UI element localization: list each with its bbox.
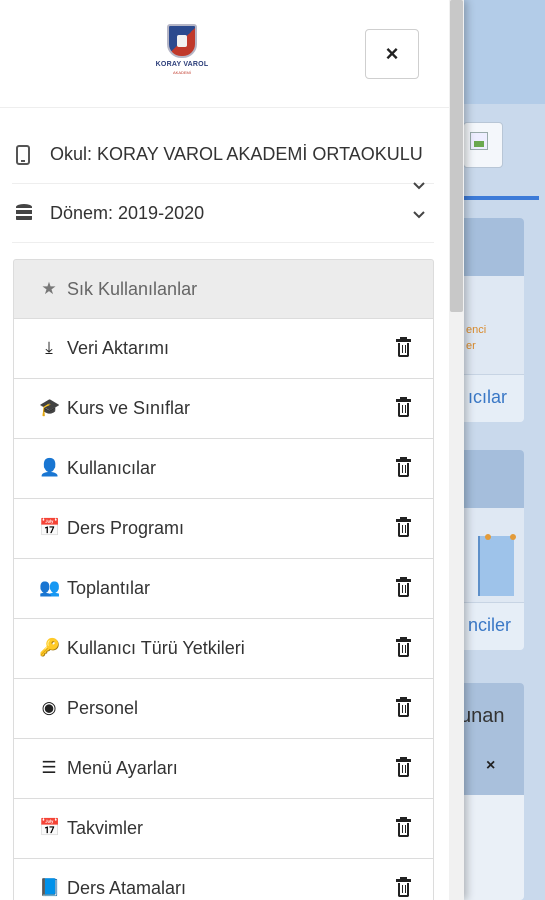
broken-image-icon [470,132,488,150]
card-title: unan [458,683,524,795]
card-footer-link[interactable]: ıcılar [458,374,524,422]
users-icon: 👥 [39,578,61,597]
menu-item-label: Ders Programı [67,518,185,538]
background-topbar [464,0,545,104]
menu-item[interactable]: 📅 Takvimler [13,799,434,859]
close-icon[interactable]: × [486,757,495,775]
list-icon: ☰ [41,758,57,777]
trash-icon[interactable] [396,517,411,537]
menu-item[interactable]: ⤓ Veri Aktarımı [13,319,434,379]
user-circle-icon: ◉ [41,698,57,717]
shield-icon [167,24,197,58]
menu-item[interactable]: 👥 Toplantılar [13,559,434,619]
menu-item[interactable]: 📘 Ders Atamaları [13,859,434,900]
user-icon: 👤 [39,458,61,477]
drawer-header: KORAY VAROL AKADEMİ × [0,0,449,108]
background-card: unan × [458,683,524,900]
menu-item[interactable]: ◉ Personel [13,679,434,739]
trash-icon[interactable] [396,397,411,417]
calendar-icon: 📅 [39,518,61,537]
menu-item-label: Sık Kullanılanlar [67,279,198,299]
menu-item-label: Takvimler [67,818,144,838]
key-icon: 🔑 [39,638,61,657]
menu-item[interactable]: ☰ Menü Ayarları [13,739,434,799]
mini-chart [478,536,514,596]
calendar-icon: 📅 [39,818,61,837]
trash-icon[interactable] [396,817,411,837]
trash-icon[interactable] [396,577,411,597]
scrollbar-thumb[interactable] [450,0,463,312]
menu-item-label: Menü Ayarları [67,758,178,778]
menu-item[interactable]: ★ Sık Kullanılanlar [13,259,434,319]
menu-item[interactable]: 📅 Ders Programı [13,499,434,559]
menu-item-label: Veri Aktarımı [67,338,170,358]
menu-item[interactable]: 🎓 Kurs ve Sınıflar [13,379,434,439]
database-icon [16,204,34,224]
trash-icon[interactable] [396,877,411,897]
mobile-icon [16,145,30,165]
menu-item-label: Ders Atamaları [67,878,187,898]
menu-item-label: Kullanıcılar [67,458,157,478]
chevron-down-icon[interactable] [412,207,430,225]
menu-item[interactable]: 🔑 Kullanıcı Türü Yetkileri [13,619,434,679]
school-label: Okul: KORAY VAROL AKADEMİ ORTAOKULU [50,144,423,164]
background-card: nciler [458,450,524,650]
trash-icon[interactable] [396,637,411,657]
broken-image-button[interactable] [463,122,503,168]
book-icon: 📘 [39,878,61,897]
graduation-cap-icon: 🎓 [39,398,61,417]
trash-icon[interactable] [396,337,411,357]
school-selector[interactable]: Okul: KORAY VAROL AKADEMİ ORTAOKULU [12,126,434,190]
trash-icon[interactable] [396,757,411,777]
menu-item-label: Kurs ve Sınıflar [67,398,191,418]
period-label: Dönem: 2019-2020 [50,203,205,223]
menu-item-label: Personel [67,698,139,718]
menu-item-label: Kullanıcı Türü Yetkileri [67,638,245,658]
side-drawer: KORAY VAROL AKADEMİ × Okul: KORAY VAROL … [0,0,464,900]
download-icon: ⤓ [45,338,53,357]
menu-item[interactable]: 👤 Kullanıcılar [13,439,434,499]
background-accent-bar [464,196,539,200]
trash-icon[interactable] [396,697,411,717]
period-selector[interactable]: Dönem: 2019-2020 [12,185,434,243]
close-drawer-button[interactable]: × [365,29,419,79]
menu-item-label: Toplantılar [67,578,151,598]
school-logo: KORAY VAROL AKADEMİ [152,24,212,80]
card-footer-link[interactable]: nciler [458,602,524,650]
background-card: enci er ıcılar [458,218,524,422]
trash-icon[interactable] [396,457,411,477]
drawer-menu: ★ Sık Kullanılanlar ⤓ Veri Aktarımı 🎓 Kurs ve… [13,259,434,900]
star-icon: ★ [41,279,57,298]
